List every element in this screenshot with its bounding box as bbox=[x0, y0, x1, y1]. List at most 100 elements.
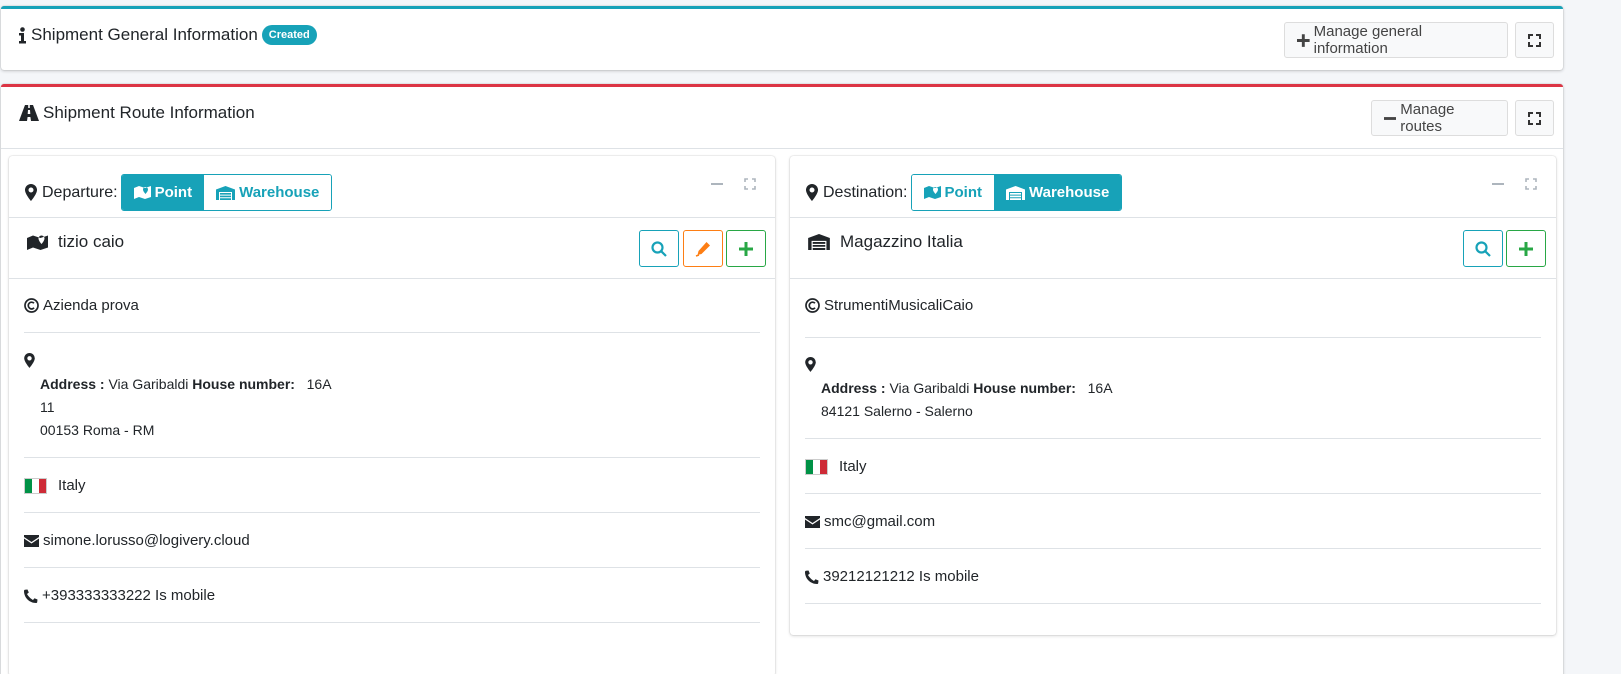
envelope-icon bbox=[805, 515, 820, 528]
destination-card: Destination: Point Warehouse Magazzino I… bbox=[790, 156, 1556, 635]
copyright-icon bbox=[24, 298, 39, 313]
departure-address-line: Address : Via Garibaldi House number: 16… bbox=[40, 373, 332, 396]
destination-email: smc@gmail.com bbox=[805, 513, 935, 530]
departure-add-button[interactable] bbox=[726, 230, 766, 267]
manage-routes-label: Manage routes bbox=[1400, 101, 1455, 135]
destination-country: Italy bbox=[805, 458, 867, 475]
road-icon bbox=[19, 105, 39, 121]
departure-country-text: Italy bbox=[58, 477, 86, 494]
destination-type-toggle: Point Warehouse bbox=[910, 174, 1123, 211]
departure-search-button[interactable] bbox=[639, 230, 679, 267]
departure-warehouse-label: Warehouse bbox=[239, 184, 320, 201]
departure-company: Azienda prova bbox=[24, 297, 139, 314]
destination-warehouse-label: Warehouse bbox=[1029, 184, 1110, 201]
departure-name-row: tizio caio bbox=[9, 218, 775, 279]
divider bbox=[24, 622, 760, 623]
warehouse-icon bbox=[216, 185, 236, 200]
destination-header: Destination: Point Warehouse bbox=[790, 156, 1556, 218]
divider bbox=[24, 567, 760, 568]
search-icon bbox=[651, 240, 667, 257]
departure-collapse-button[interactable] bbox=[709, 176, 725, 192]
address-label: Address : bbox=[821, 380, 886, 396]
destination-country-text: Italy bbox=[839, 458, 867, 475]
departure-email: simone.lorusso@logivery.cloud bbox=[24, 532, 250, 549]
destination-search-button[interactable] bbox=[1463, 230, 1503, 267]
minus-icon bbox=[1492, 183, 1504, 185]
destination-title: Destination: Point Warehouse bbox=[806, 174, 1123, 211]
map-marker-icon bbox=[806, 184, 818, 201]
departure-point-label: Point bbox=[154, 184, 193, 201]
italy-flag-icon bbox=[805, 458, 828, 475]
divider bbox=[24, 512, 760, 513]
destination-email-text: smc@gmail.com bbox=[824, 513, 936, 530]
destination-add-button[interactable] bbox=[1506, 230, 1546, 267]
destination-city-line: 84121 Salerno - Salerno bbox=[821, 403, 973, 419]
pencil-icon bbox=[695, 241, 710, 257]
manage-general-info-label: Manage general information bbox=[1313, 23, 1423, 57]
divider bbox=[805, 337, 1541, 338]
map-marker-icon bbox=[24, 353, 35, 368]
route-header-divider bbox=[1, 148, 1563, 149]
destination-address-line: Address : Via Garibaldi House number: 16… bbox=[821, 377, 1113, 400]
manage-general-info-button[interactable]: Manage general information bbox=[1284, 22, 1508, 58]
general-info-header: Shipment General Information Created bbox=[18, 25, 317, 45]
departure-street: Via Garibaldi bbox=[108, 376, 189, 392]
expand-icon bbox=[1525, 178, 1537, 190]
expand-icon bbox=[744, 178, 756, 190]
minus-icon bbox=[1384, 116, 1397, 120]
plus-icon bbox=[1297, 33, 1310, 47]
route-expand-button[interactable] bbox=[1515, 100, 1554, 136]
plus-icon bbox=[739, 241, 753, 256]
destination-warehouse-button[interactable]: Warehouse bbox=[994, 175, 1122, 210]
departure-address: Address : Via Garibaldi House number: 16… bbox=[40, 373, 332, 442]
search-icon bbox=[1475, 240, 1491, 257]
warehouse-icon bbox=[1006, 185, 1025, 200]
departure-warehouse-button[interactable]: Warehouse bbox=[204, 175, 332, 210]
phone-icon bbox=[24, 589, 38, 603]
info-icon bbox=[19, 26, 26, 43]
departure-name-text: tizio caio bbox=[58, 232, 125, 251]
map-marker-icon bbox=[25, 184, 37, 201]
destination-name: Magazzino Italia bbox=[808, 232, 963, 252]
expand-icon bbox=[1528, 111, 1541, 125]
destination-point-label: Point bbox=[944, 184, 983, 201]
general-expand-button[interactable] bbox=[1515, 22, 1554, 58]
minus-icon bbox=[711, 183, 723, 185]
destination-company-text: StrumentiMusicaliCaio bbox=[824, 297, 974, 314]
plus-icon bbox=[1519, 241, 1533, 256]
divider bbox=[805, 438, 1541, 439]
house-number-label: House number: bbox=[192, 376, 295, 392]
route-info-header: Shipment Route Information bbox=[19, 103, 255, 123]
map-icon bbox=[923, 186, 941, 199]
departure-country: Italy bbox=[24, 477, 86, 494]
italy-flag-icon bbox=[24, 477, 47, 494]
destination-expand-button[interactable] bbox=[1523, 176, 1539, 192]
destination-collapse-button[interactable] bbox=[1490, 176, 1506, 192]
destination-phone: 39212121212 Is mobile bbox=[805, 568, 979, 585]
departure-point-button[interactable]: Point bbox=[121, 175, 205, 210]
warehouse-icon bbox=[808, 234, 830, 250]
map-icon bbox=[27, 235, 48, 250]
copyright-icon bbox=[805, 298, 820, 313]
destination-street: Via Garibaldi bbox=[889, 380, 970, 396]
envelope-icon bbox=[24, 534, 39, 547]
destination-name-text: Magazzino Italia bbox=[840, 232, 963, 251]
destination-house-number: 16A bbox=[1087, 380, 1113, 396]
general-info-card: Shipment General Information Created Man… bbox=[1, 6, 1563, 70]
departure-edit-button[interactable] bbox=[683, 230, 723, 267]
divider bbox=[805, 493, 1541, 494]
destination-phone-text: 39212121212 Is mobile bbox=[823, 568, 979, 585]
departure-header: Departure: Point Warehouse bbox=[9, 156, 775, 218]
status-badge: Created bbox=[261, 25, 317, 45]
manage-routes-button[interactable]: Manage routes bbox=[1371, 100, 1508, 136]
phone-icon bbox=[805, 570, 819, 584]
destination-point-button[interactable]: Point bbox=[911, 175, 994, 210]
departure-expand-button[interactable] bbox=[742, 176, 758, 192]
destination-company: StrumentiMusicaliCaio bbox=[805, 297, 973, 314]
map-icon bbox=[133, 186, 151, 199]
departure-phone: +393333333222 Is mobile bbox=[24, 587, 215, 604]
route-info-title: Shipment Route Information bbox=[43, 103, 255, 122]
departure-type-toggle: Point Warehouse bbox=[120, 174, 333, 211]
expand-icon bbox=[1528, 33, 1541, 47]
departure-house-number: 16A bbox=[306, 376, 332, 392]
